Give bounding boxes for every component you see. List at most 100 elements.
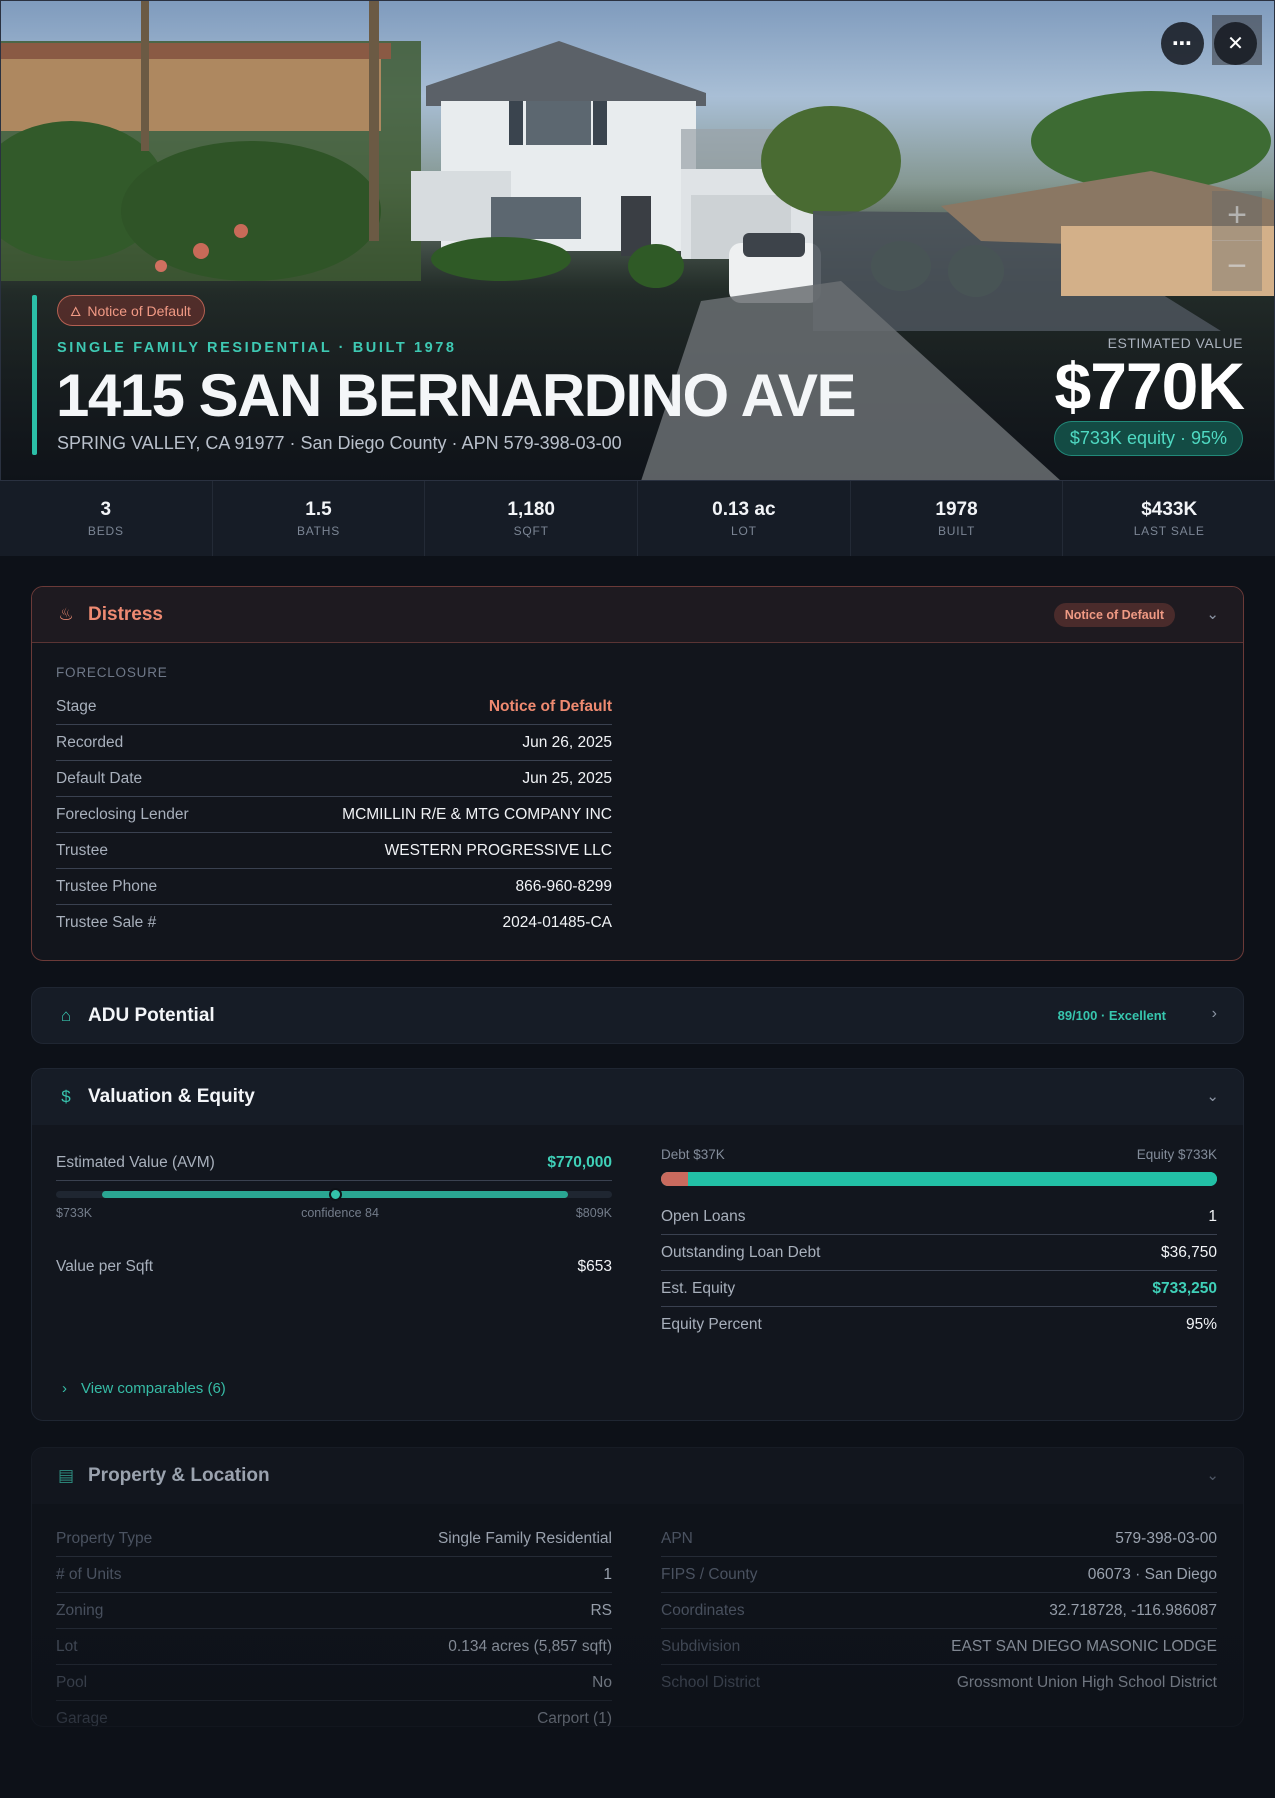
equity-row: Open Loans 1 <box>661 1199 1217 1235</box>
row-value: $733,250 <box>1152 1279 1217 1297</box>
ellipsis-icon: ⋯ <box>1172 33 1193 55</box>
stat-lot: 0.13 ac LOT <box>638 481 851 556</box>
stat-value: 0.13 ac <box>712 499 776 520</box>
row-key: Property Type <box>56 1529 153 1547</box>
more-options-button[interactable]: ⋯ <box>1161 22 1204 65</box>
debt-equity-labels: Debt $37K Equity $733K <box>661 1147 1217 1162</box>
chevron-down-icon[interactable]: ⌄ <box>1206 1087 1219 1105</box>
dollar-icon: $ <box>61 1087 71 1106</box>
property-row: FIPS / County 06073 · San Diego <box>661 1557 1217 1593</box>
property-address: 1415 SAN BERNARDINO AVE <box>56 362 857 429</box>
valuation-header[interactable]: $ Valuation & Equity ⌄ <box>32 1069 1243 1125</box>
row-key: Foreclosing Lender <box>56 805 189 823</box>
foreclosure-row: Foreclosing Lender MCMILLIN R/E & MTG COM… <box>56 797 612 833</box>
stat-sqft: 1,180 SQFT <box>425 481 639 556</box>
status-badge: 🜂 Notice of Default <box>57 295 205 326</box>
adu-potential-card[interactable]: ⌂ ADU Potential 89/100 · Excellent › <box>31 987 1244 1044</box>
row-key: APN <box>661 1529 693 1547</box>
stats-strip: 3 BEDS 1.5 BATHS 1,180 SQFT 0.13 ac LOT 1978… <box>0 480 1275 556</box>
estimated-value: $770K <box>1054 349 1245 423</box>
distress-card: ♨ Distress Notice of Default ⌄ FORECLOSU… <box>31 586 1244 961</box>
stat-label: BEDS <box>87 524 124 538</box>
stat-label: LOT <box>730 524 757 538</box>
foreclosure-row: Recorded Jun 26, 2025 <box>56 725 612 761</box>
row-value: MCMILLIN R/E & MTG COMPANY INC <box>342 805 612 823</box>
debt-label: Debt $37K <box>661 1147 725 1162</box>
accent-bar <box>32 295 37 455</box>
range-low-label: $733K <box>56 1206 93 1220</box>
row-value: 2024-01485-CA <box>502 914 612 931</box>
stat-label: BATHS <box>296 524 341 538</box>
equity-segment <box>687 1172 1217 1186</box>
property-location-card: ▤ Property & Location ⌄ Property Type Sin… <box>31 1447 1244 1727</box>
property-row: Subdivision EAST SAN DIEGO MASONIC LODGE <box>661 1629 1217 1665</box>
adu-header[interactable]: ⌂ ADU Potential 89/100 · Excellent › <box>32 988 1243 1043</box>
zoom-in-button[interactable]: + <box>1212 191 1262 241</box>
row-key: Coordinates <box>661 1601 745 1619</box>
row-key: Zoning <box>56 1601 104 1619</box>
adu-score: 89/100 · Excellent <box>1057 1008 1166 1023</box>
row-key: Default Date <box>56 769 143 787</box>
property-header[interactable]: ▤ Property & Location ⌄ <box>32 1448 1243 1504</box>
debt-segment <box>661 1172 688 1186</box>
row-value: 1 <box>603 1565 612 1583</box>
map-zoom-control: + − <box>1212 191 1262 291</box>
view-comparables-link[interactable]: › View comparables (6) <box>62 1380 226 1397</box>
row-value: Grossmont Union High School District <box>956 1674 1217 1691</box>
row-key: Lot <box>56 1637 78 1655</box>
distress-badge: Notice of Default <box>1053 603 1175 627</box>
equity-row: Outstanding Loan Debt $36,750 <box>661 1235 1217 1271</box>
stat-last-sale: $433K LAST SALE <box>1063 481 1275 556</box>
foreclosure-section-label: FORECLOSURE <box>56 665 168 680</box>
stat-value: 3 <box>100 499 112 520</box>
stat-value: 1978 <box>935 499 978 520</box>
row-value: Jun 25, 2025 <box>522 769 612 787</box>
row-value: 32.718728, -116.986087 <box>1049 1601 1217 1619</box>
debt-equity-bar <box>661 1172 1217 1186</box>
chevron-down-icon[interactable]: ⌄ <box>1206 1466 1219 1484</box>
stat-label: LAST SALE <box>1133 524 1205 538</box>
row-value: Carport (1) <box>537 1710 612 1727</box>
stat-beds: 3 BEDS <box>0 481 213 556</box>
row-key: # of Units <box>56 1565 122 1583</box>
building-icon: ▤ <box>57 1466 75 1485</box>
avm-marker <box>328 1188 342 1201</box>
property-row: Garage Carport (1) <box>56 1701 612 1727</box>
equity-row: Est. Equity $733,250 <box>661 1271 1217 1307</box>
property-row: School District Grossmont Union High Scho… <box>661 1665 1217 1701</box>
home-icon: ⌂ <box>60 1006 72 1025</box>
equity-label: Equity $733K <box>1136 1147 1217 1162</box>
stat-value: 1.5 <box>305 499 332 520</box>
distress-header[interactable]: ♨ Distress Notice of Default ⌄ <box>32 587 1243 643</box>
row-key: Pool <box>56 1673 88 1691</box>
row-value: Notice of Default <box>488 697 612 715</box>
row-key: Open Loans <box>661 1207 746 1225</box>
hero-photo: ⋯ ✕ + − 🜂 Notice of Default SINGLE FAMIL… <box>0 0 1275 480</box>
property-row: Zoning RS <box>56 1593 612 1629</box>
avm-row: Estimated Value (AVM) $770,000 <box>56 1145 612 1181</box>
row-value: WESTERN PROGRESSIVE LLC <box>384 841 612 859</box>
row-key: School District <box>661 1674 761 1691</box>
row-value: 1 <box>1208 1207 1217 1225</box>
chevron-right-icon[interactable]: › <box>1212 1005 1217 1023</box>
row-key: Estimated Value (AVM) <box>56 1153 215 1171</box>
stat-value: 1,180 <box>507 499 555 520</box>
row-value: EAST SAN DIEGO MASONIC LODGE <box>951 1637 1217 1655</box>
property-row: Lot 0.134 acres (5,857 sqft) <box>56 1629 612 1665</box>
zoom-out-button[interactable]: − <box>1212 241 1262 291</box>
stat-baths: 1.5 BATHS <box>213 481 426 556</box>
stat-label: SQFT <box>513 524 549 538</box>
close-button[interactable]: ✕ <box>1214 22 1257 65</box>
row-key: Equity Percent <box>661 1316 762 1333</box>
avm-range-track <box>56 1188 612 1201</box>
status-badge-label: Notice of Default <box>87 302 191 319</box>
chevron-down-icon[interactable]: ⌄ <box>1206 605 1219 623</box>
foreclosure-row: Stage Notice of Default <box>56 689 612 725</box>
row-key: Garage <box>56 1710 108 1727</box>
row-value: 06073 · San Diego <box>1087 1565 1217 1583</box>
row-key: Trustee Sale # <box>56 914 157 931</box>
row-value: No <box>592 1673 612 1691</box>
foreclosure-row: Trustee Sale # 2024-01485-CA <box>56 905 612 941</box>
row-value: RS <box>590 1601 612 1619</box>
row-key: Subdivision <box>661 1637 741 1655</box>
